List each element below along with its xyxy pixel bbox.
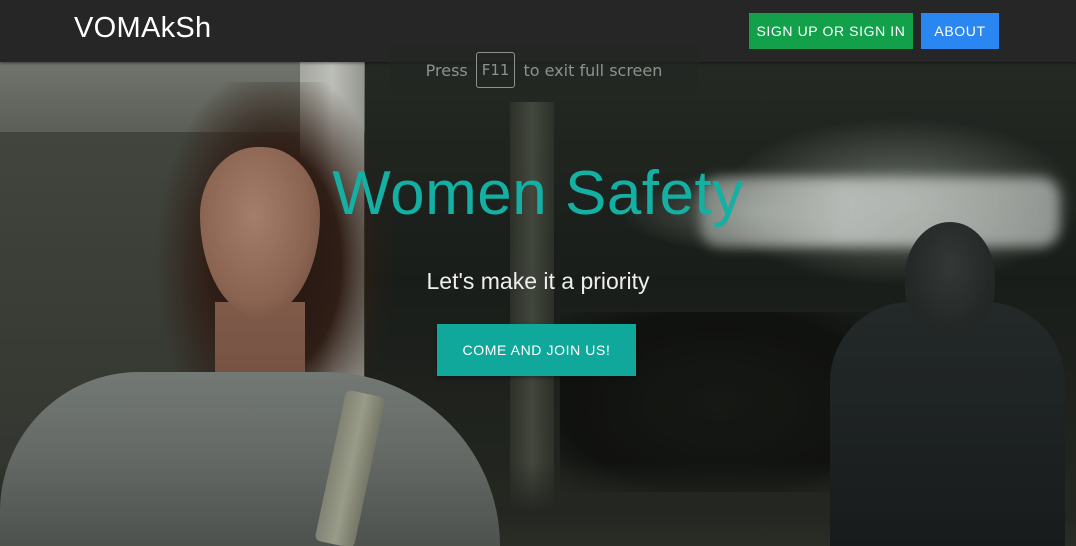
fullscreen-notice-suffix: to exit full screen	[523, 60, 663, 80]
sign-up-or-sign-in-button[interactable]: SIGN UP OR SIGN IN	[749, 13, 913, 49]
hero-title: Women Safety	[332, 159, 744, 228]
about-button[interactable]: ABOUT	[921, 13, 999, 49]
brand-logo-link[interactable]: VOMAkSh	[74, 12, 211, 45]
join-us-button[interactable]: COME AND JOIN US!	[437, 324, 636, 376]
hero-dark-overlay	[0, 62, 1076, 546]
hero-background-image	[0, 62, 1076, 546]
f11-key-badge: F11	[475, 52, 516, 88]
hero-subtitle: Let's make it a priority	[426, 268, 650, 294]
fullscreen-exit-notice: Press F11 to exit full screen	[390, 45, 698, 95]
landing-page: VOMAkSh SIGN UP OR SIGN IN ABOUT Press F…	[0, 0, 1076, 546]
fullscreen-notice-prefix: Press	[425, 60, 468, 80]
